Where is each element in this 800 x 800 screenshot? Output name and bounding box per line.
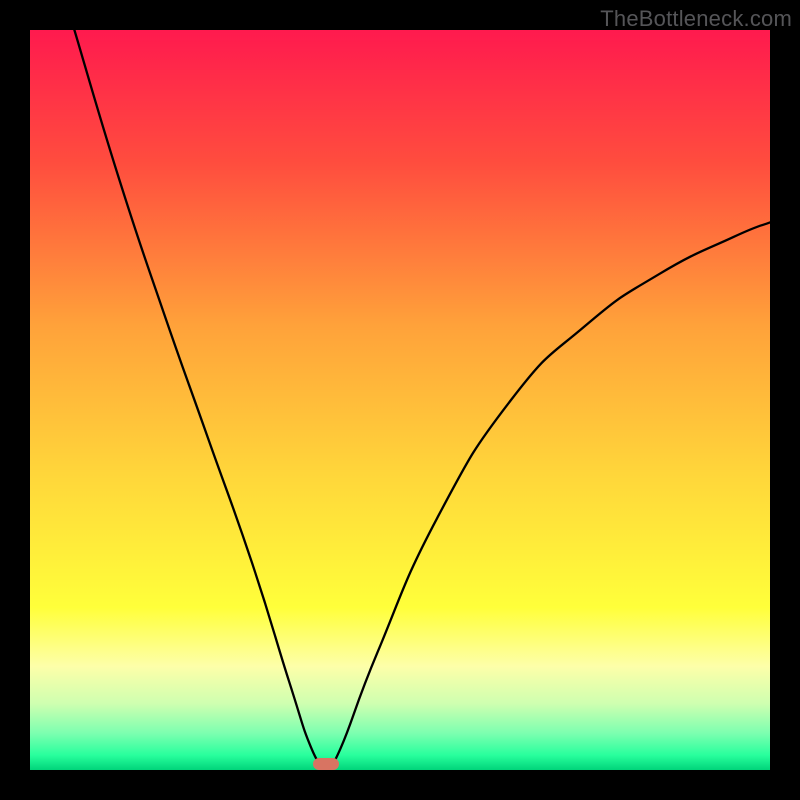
bottleneck-curve (30, 30, 770, 770)
plot-area (30, 30, 770, 770)
optimum-marker (313, 758, 339, 770)
watermark-text: TheBottleneck.com (600, 6, 792, 32)
chart-frame: TheBottleneck.com (0, 0, 800, 800)
